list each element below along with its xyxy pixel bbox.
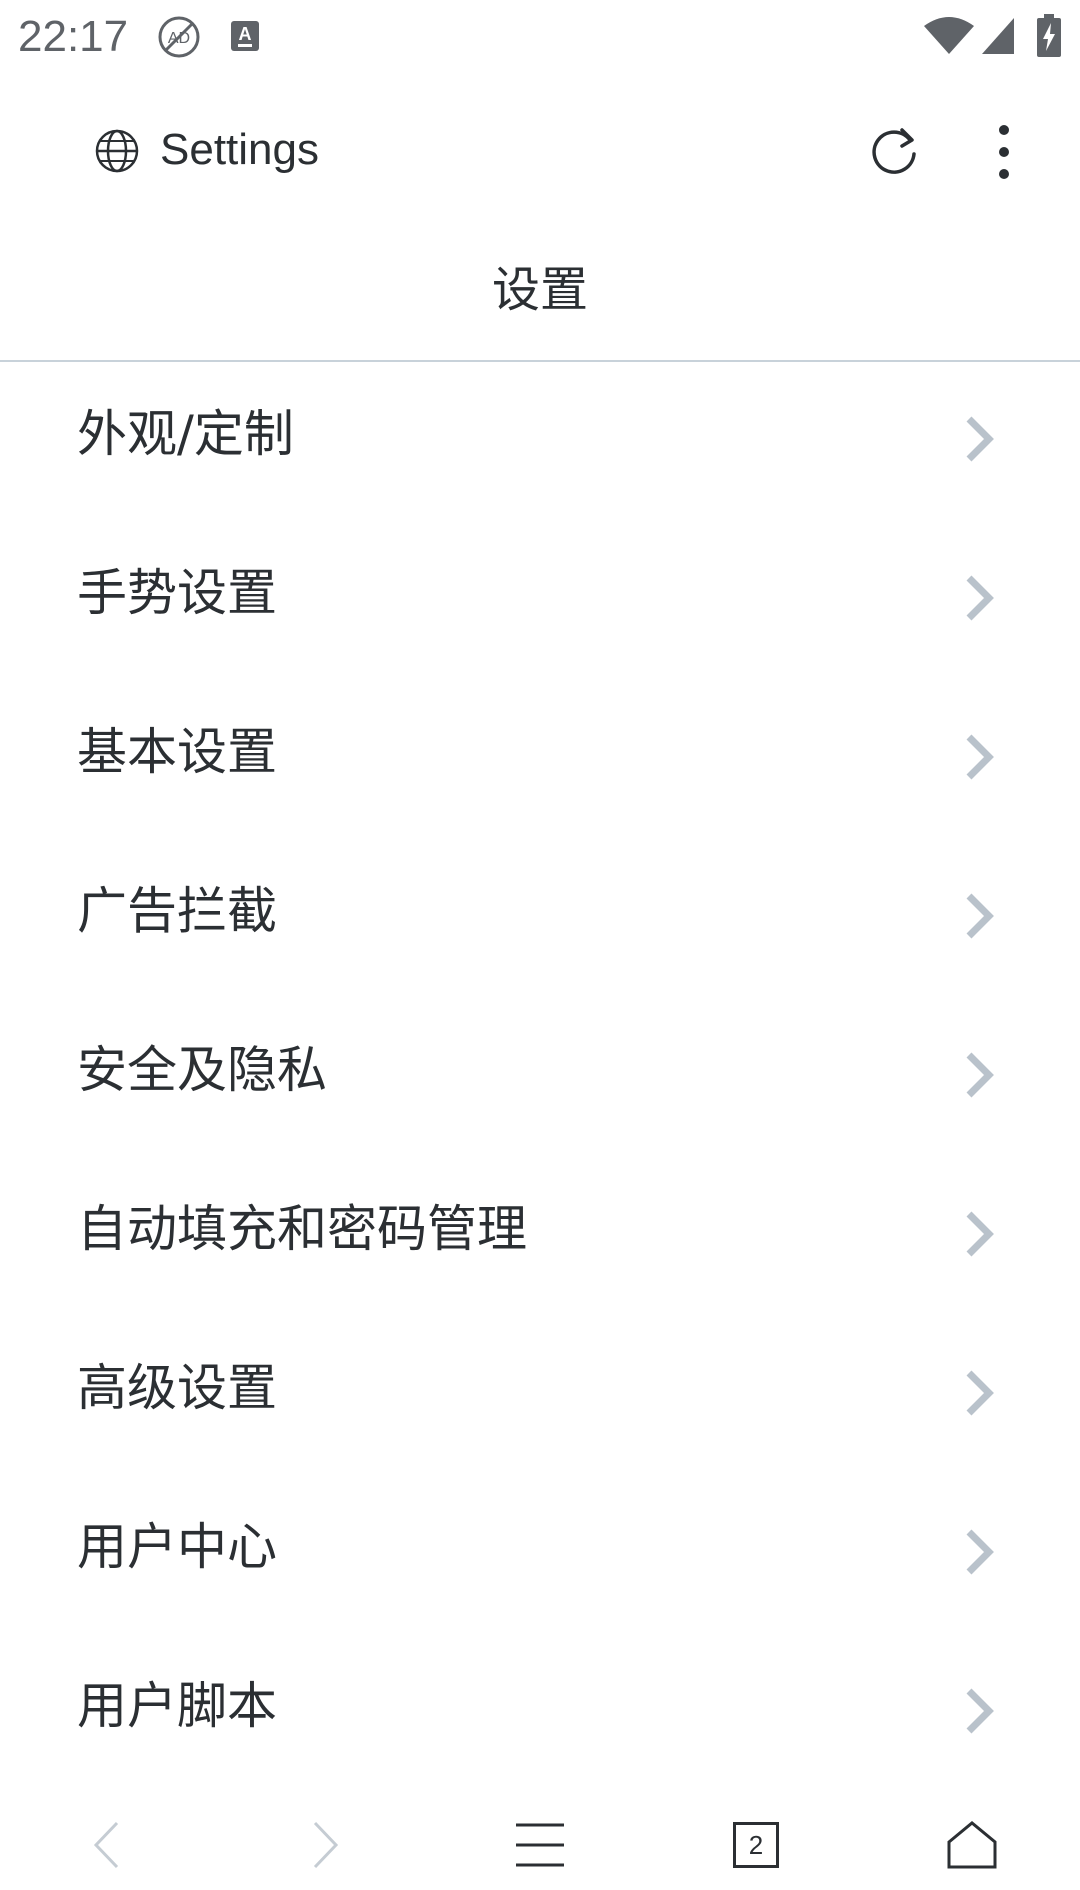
toolbar: Settings [0,90,1080,210]
settings-item-label: 自动填充和密码管理 [77,1200,527,1258]
back-icon[interactable] [46,1800,166,1890]
status-bar: 22:17 AD A [0,0,1080,75]
chevron-right-icon [963,732,997,782]
reload-icon[interactable] [866,124,922,180]
chevron-right-icon [963,573,997,623]
wifi-icon [922,16,976,60]
settings-item-advanced[interactable]: 高级设置 [0,1316,1080,1475]
status-time: 22:17 [18,12,129,61]
menu-icon[interactable] [480,1800,600,1890]
settings-item-appearance[interactable]: 外观/定制 [0,362,1080,521]
settings-item-security-privacy[interactable]: 安全及隐私 [0,998,1080,1157]
chevron-right-icon [963,1209,997,1259]
chevron-right-icon [963,1686,997,1736]
settings-item-label: 用户脚本 [77,1677,277,1735]
page-title: 设置 [491,262,588,318]
tabs-button[interactable]: 2 [696,1800,816,1890]
chevron-right-icon [963,414,997,464]
battery-charging-icon [1036,14,1062,62]
settings-item-label: 外观/定制 [77,405,294,463]
settings-list: 外观/定制 手势设置 基本设置 广告拦截 安全及隐私 自动填充和密码管理 高级设… [0,362,1080,1793]
settings-item-basic[interactable]: 基本设置 [0,680,1080,839]
toolbar-title[interactable]: Settings [160,120,319,180]
settings-item-user-center[interactable]: 用户中心 [0,1475,1080,1634]
tab-count: 2 [748,1829,764,1860]
bottom-nav: 2 [0,1800,1080,1890]
settings-item-user-scripts[interactable]: 用户脚本 [0,1634,1080,1793]
ad-block-icon: AD [156,14,202,64]
settings-item-autofill-passwords[interactable]: 自动填充和密码管理 [0,1157,1080,1316]
settings-item-label: 广告拦截 [77,882,277,940]
home-icon[interactable] [912,1800,1032,1890]
keyboard-a-icon: A [230,20,260,56]
settings-item-gestures[interactable]: 手势设置 [0,521,1080,680]
chevron-right-icon [963,1050,997,1100]
globe-icon[interactable] [94,128,140,174]
chevron-right-icon [963,1527,997,1577]
chevron-right-icon [963,1368,997,1418]
svg-text:A: A [239,24,252,44]
svg-text:AD: AD [168,30,190,47]
forward-icon[interactable] [266,1800,386,1890]
settings-item-label: 安全及隐私 [77,1041,327,1099]
settings-item-label: 用户中心 [77,1518,277,1576]
cellular-signal-icon [980,16,1016,60]
settings-item-label: 高级设置 [77,1359,277,1417]
settings-item-ad-block[interactable]: 广告拦截 [0,839,1080,998]
settings-item-label: 基本设置 [77,723,277,781]
settings-item-label: 手势设置 [77,564,277,622]
chevron-right-icon [963,891,997,941]
more-vertical-icon[interactable] [984,122,1024,182]
